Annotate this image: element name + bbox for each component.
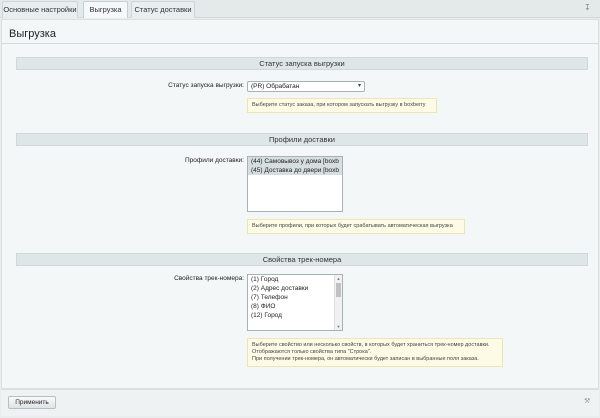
pin-icon[interactable]: ↧ (584, 3, 592, 13)
section-header-profiles: Профили доставки (16, 133, 588, 146)
tab-delivery-status[interactable]: Статус доставки (131, 1, 195, 18)
tab-bar: Основные настройки Выгрузка Статус доста… (0, 0, 600, 18)
profiles-label: Профили доставки: (184, 157, 244, 164)
track-label: Свойства трек-номера: (174, 275, 244, 282)
status-select-value: (PR) Обрабатан (251, 83, 300, 90)
page-title: Выгрузка (9, 28, 56, 40)
status-select[interactable]: (PR) Обрабатан ▾ (247, 81, 365, 92)
status-hint: Выберите статус заказа, при котором запу… (247, 98, 437, 113)
scroll-down-icon[interactable]: ▼ (336, 324, 341, 329)
scroll-up-icon[interactable]: ▲ (336, 276, 341, 281)
list-item[interactable]: (2) Адрес доставки (248, 284, 342, 293)
profiles-listbox[interactable]: (44) Самовывоз у дома [boxb (45) Доставк… (247, 156, 343, 212)
main-panel: Выгрузка Статус запуска выгрузки Статус … (1, 19, 599, 389)
profiles-hint: Выберите профили, при которых будет сраб… (247, 219, 465, 234)
status-label: Статус запуска выгрузки: (168, 82, 244, 89)
tab-main-settings[interactable]: Основные настройки (2, 1, 78, 18)
apply-button[interactable]: Применить (8, 396, 56, 409)
track-hint-line: При получении трек-номера, он автоматиче… (252, 356, 479, 362)
track-hint: Выберите свойство или несколько свойств,… (247, 338, 503, 367)
list-item[interactable]: (44) Самовывоз у дома [boxb (248, 157, 342, 166)
list-item[interactable]: (7) Телефон (248, 293, 342, 302)
list-item[interactable]: (45) Доставка до двери [boxb (248, 166, 342, 175)
track-hint-line: Выберите свойство или несколько свойств,… (252, 342, 490, 348)
list-item[interactable]: (8) ФИО (248, 302, 342, 311)
tab-export[interactable]: Выгрузка (83, 1, 128, 18)
list-item[interactable]: (1) Город (248, 275, 342, 284)
chevron-down-icon: ▾ (357, 83, 361, 89)
footer: Применить ⚒ (1, 389, 599, 416)
section-header-track: Свойства трек-номера (16, 253, 588, 266)
track-listbox[interactable]: (1) Город (2) Адрес доставки (7) Телефон… (247, 274, 343, 331)
track-hint-line: Отображаются только свойства типа "Строк… (252, 349, 372, 355)
scroll-thumb[interactable] (336, 283, 341, 297)
wrench-icon[interactable]: ⚒ (584, 398, 591, 405)
divider (2, 43, 598, 44)
list-item[interactable]: (12) Город (248, 311, 342, 320)
track-scrollbar[interactable]: ▲ ▼ (334, 275, 342, 330)
section-header-status: Статус запуска выгрузки (16, 57, 588, 70)
